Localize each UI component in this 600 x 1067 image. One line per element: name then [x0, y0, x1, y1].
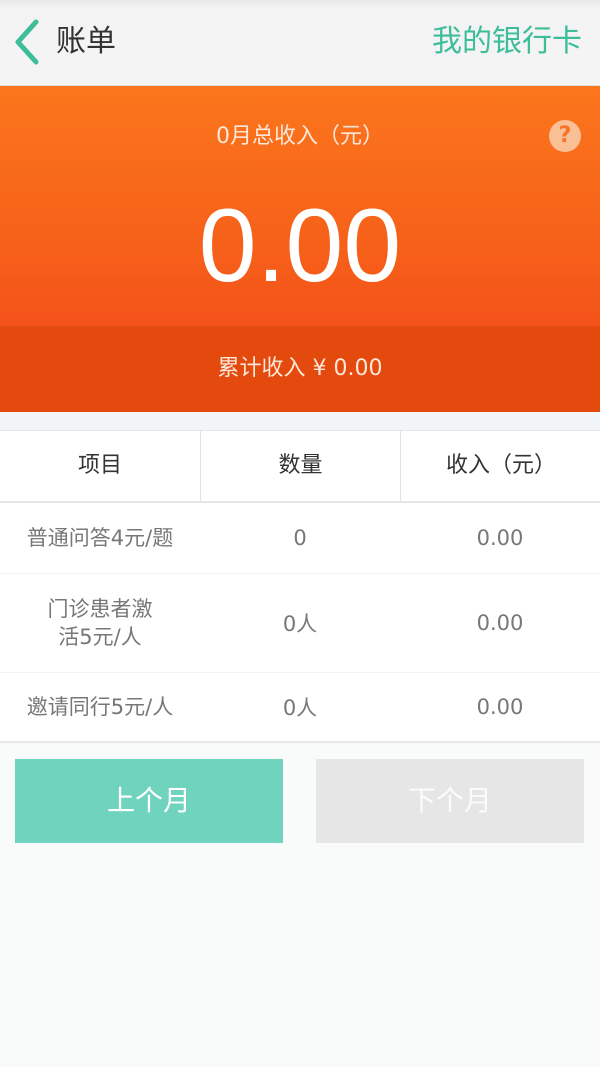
next-month-button[interactable]: 下个月 — [316, 759, 584, 843]
month-income-amount: 0.00 — [198, 188, 402, 304]
top-bar: 账单 我的银行卡 — [0, 0, 600, 86]
row-income: 0.00 — [476, 526, 524, 550]
cumulative-income-band: 累计收入 ¥ 0.00 — [0, 326, 600, 412]
income-table: 项目 数量 收入（元） 普通问答4元/题 0 0.00 门诊患者激活5元/人 0… — [0, 430, 600, 743]
month-income-label: 0月总收入（元） — [216, 124, 384, 149]
table-header: 项目 数量 收入（元） — [0, 430, 600, 503]
table-row: 门诊患者激活5元/人 0人 0.00 — [0, 574, 600, 673]
row-income: 0.00 — [476, 611, 524, 635]
back-chevron-icon[interactable] — [10, 18, 46, 66]
table-row: 邀请同行5元/人 0人 0.00 — [0, 673, 600, 743]
cumulative-income-text: 累计收入 ¥ 0.00 — [217, 356, 383, 381]
row-item: 邀请同行5元/人 — [26, 695, 174, 719]
column-header-income: 收入（元） — [445, 453, 556, 478]
previous-month-button[interactable]: 上个月 — [15, 759, 283, 843]
row-quantity: 0人 — [282, 612, 318, 636]
page-title: 账单 — [56, 24, 116, 59]
help-question-icon[interactable]: ? — [549, 120, 581, 152]
row-quantity: 0 — [293, 526, 307, 550]
my-bank-card-link[interactable]: 我的银行卡 — [432, 22, 582, 62]
row-item: 普通问答4元/题 — [26, 526, 174, 550]
income-summary-panel: 0月总收入（元） ? 0.00 — [0, 86, 600, 326]
table-row: 普通问答4元/题 0 0.00 — [0, 503, 600, 574]
column-header-item: 项目 — [0, 431, 201, 501]
column-header-quantity: 数量 — [201, 431, 401, 501]
row-quantity: 0人 — [282, 696, 318, 720]
section-divider — [0, 412, 600, 430]
row-item: 门诊患者激活5元/人 — [47, 597, 153, 649]
row-income: 0.00 — [476, 695, 524, 719]
